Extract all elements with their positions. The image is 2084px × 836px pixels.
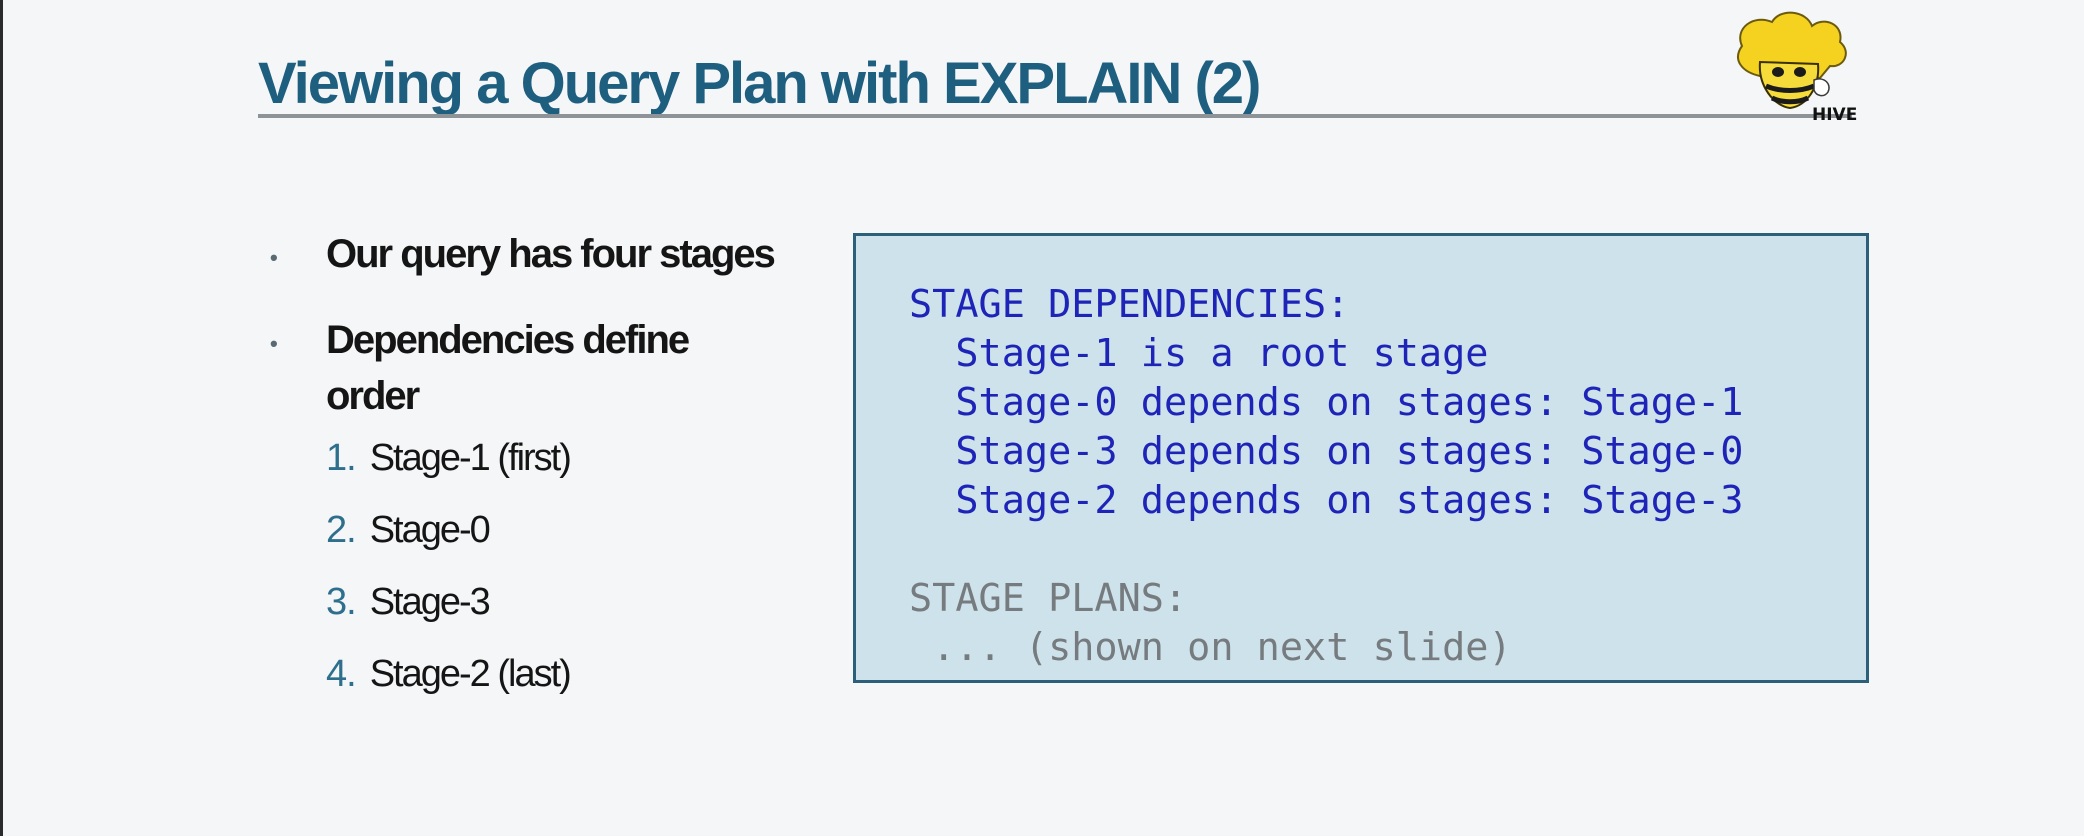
bullet-text: Our query has four stages <box>326 232 776 276</box>
stage-plans-header: STAGE PLANS: <box>909 576 1188 621</box>
dependency-line: Stage-1 is a root stage <box>909 331 1489 376</box>
stage-dependencies-header: STAGE DEPENDENCIES: <box>909 282 1350 327</box>
step-label: Stage-0 <box>369 509 491 551</box>
dependency-line: Stage-0 depends on stages: Stage-1 <box>909 380 1744 425</box>
title-divider <box>258 114 1852 118</box>
stage-order-item: 1. Stage-1 (first) <box>326 434 782 482</box>
stage-plans-note: ... (shown on next slide) <box>909 625 1512 670</box>
dependency-line: Stage-2 depends on stages: Stage-3 <box>909 478 1744 523</box>
slide-title: Viewing a Query Plan with EXPLAIN (2) <box>258 51 1261 116</box>
step-number: 4. <box>326 653 357 695</box>
step-number: 1. <box>326 437 357 479</box>
stage-order-item: 4. Stage-2 (last) <box>326 650 782 698</box>
step-label: Stage-1 (first) <box>369 437 572 479</box>
step-label: Stage-2 (last) <box>369 653 572 695</box>
step-number: 3. <box>326 581 357 623</box>
bullet-list: • Our query has four stages • Dependenci… <box>262 226 782 722</box>
bullet-dot-icon: • <box>270 331 278 356</box>
left-edge <box>0 0 3 836</box>
code-spacer <box>909 525 1866 574</box>
slide: Viewing a Query Plan with EXPLAIN (2) HI… <box>0 0 2084 836</box>
stage-order-item: 3. Stage-3 <box>326 578 782 626</box>
stage-order-list: 1. Stage-1 (first) 2. Stage-0 3. Stage-3 4.… <box>326 434 782 698</box>
bullet-text: Dependencies define order <box>326 318 690 418</box>
bullet-dot-icon: • <box>270 245 278 270</box>
stage-order-item: 2. Stage-0 <box>326 506 782 554</box>
hive-bee-icon: HIVE <box>1737 11 1857 125</box>
explain-output-box: STAGE DEPENDENCIES: Stage-1 is a root st… <box>853 233 1869 683</box>
step-number: 2. <box>326 509 357 551</box>
bullet-item: • Our query has four stages <box>262 226 782 282</box>
step-label: Stage-3 <box>369 581 491 623</box>
hive-logo-text: HIVE <box>1812 105 1857 125</box>
dependency-line: Stage-3 depends on stages: Stage-0 <box>909 429 1744 474</box>
bullet-item: • Dependencies define order <box>262 312 782 424</box>
